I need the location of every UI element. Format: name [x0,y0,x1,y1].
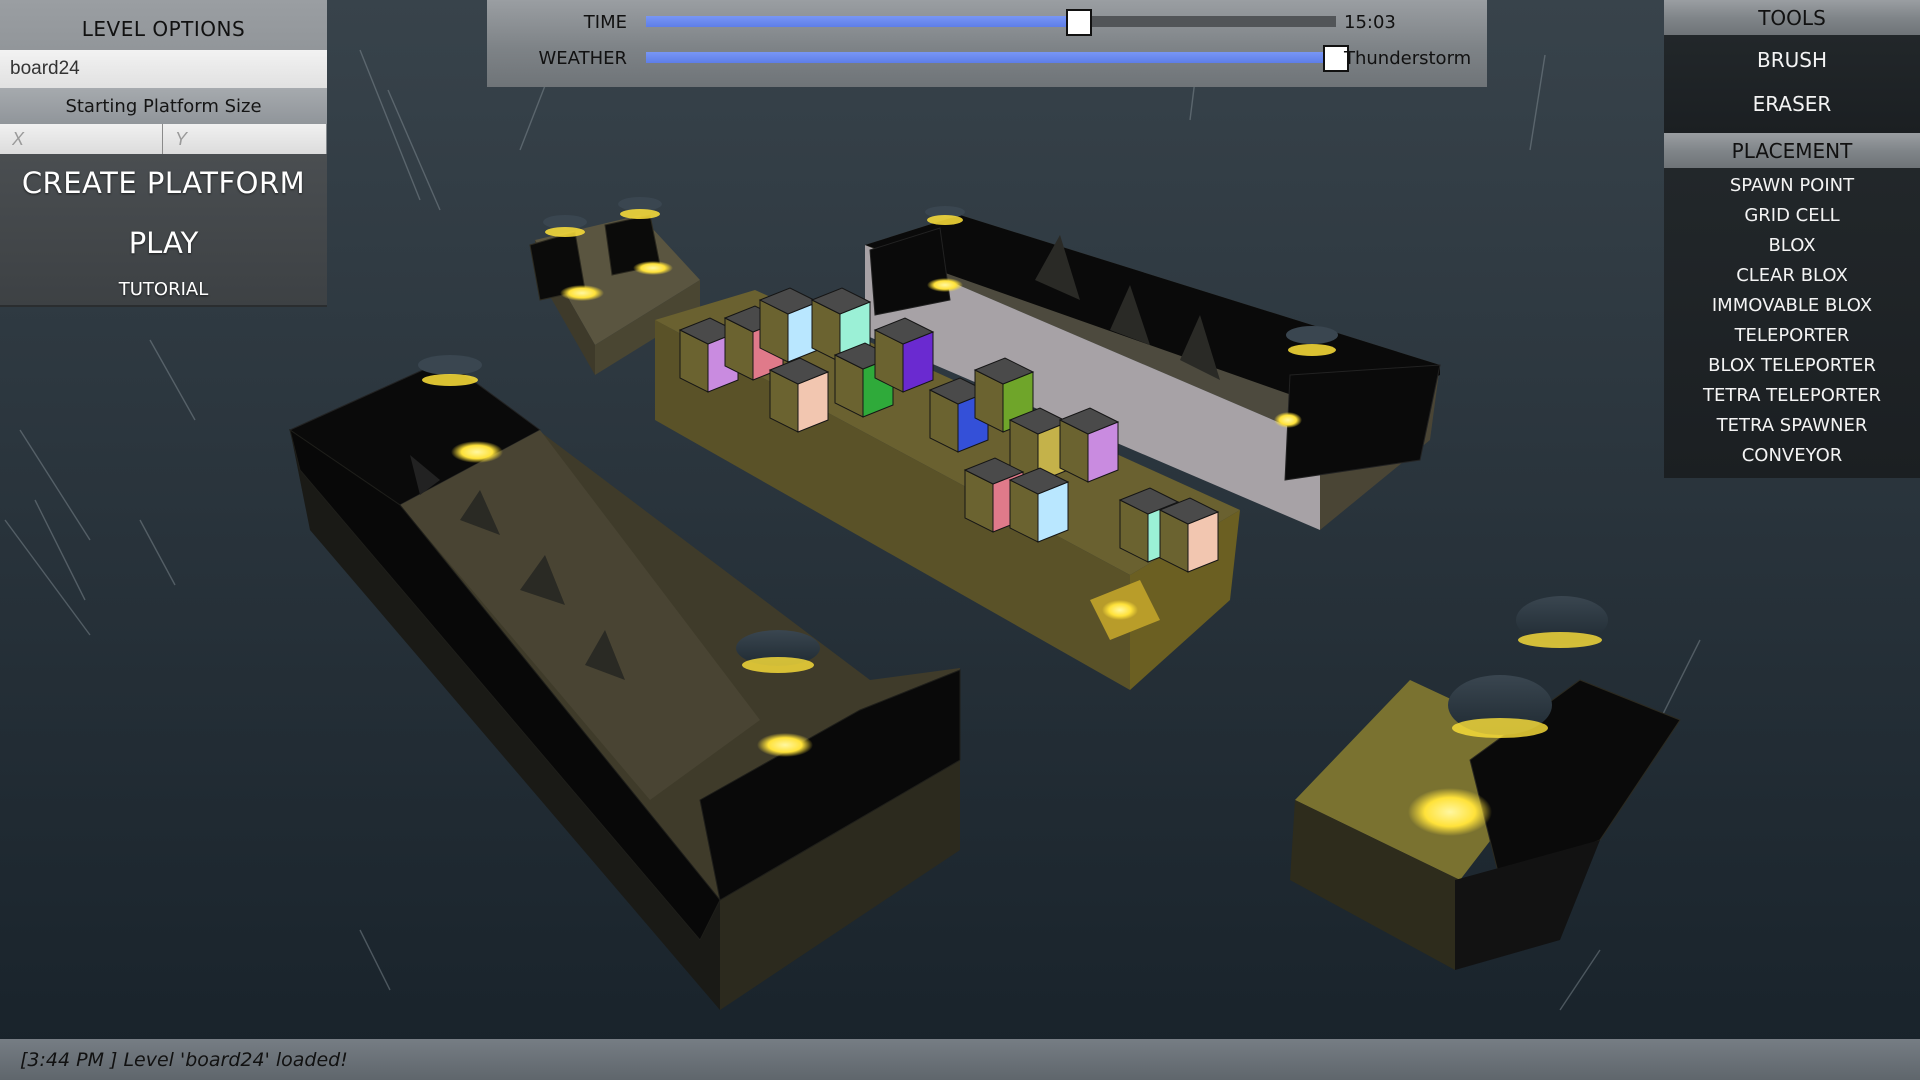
weather-slider[interactable] [646,45,1349,72]
starting-platform-size-label: Starting Platform Size [0,88,327,124]
placement-grid-cell[interactable]: GRID CELL [1664,200,1920,230]
time-slider-thumb[interactable] [1065,9,1092,36]
placement-clear-blox[interactable]: CLEAR BLOX [1664,260,1920,290]
placement-blox[interactable]: BLOX [1664,230,1920,260]
weather-row: WEATHER Thunderstorm [487,44,1487,74]
platform-size-inputs [0,124,327,154]
create-platform-button[interactable]: CREATE PLATFORM [0,166,327,200]
placement-immovable-blox[interactable]: IMMOVABLE BLOX [1664,290,1920,320]
weather-value: Thunderstorm [1344,48,1472,69]
level-options-panel: LEVEL OPTIONS Starting Platform Size CRE… [0,0,327,307]
placement-blox-teleporter[interactable]: BLOX TELEPORTER [1664,350,1920,380]
placement-tetra-spawner[interactable]: TETRA SPAWNER [1664,410,1920,440]
platform-size-x-input[interactable] [0,124,163,154]
level-name-input[interactable] [0,50,327,88]
placement-conveyor[interactable]: CONVEYOR [1664,440,1920,470]
play-button[interactable]: PLAY [0,226,327,260]
environment-panel: TIME 15:03 WEATHER Thunderstorm [487,0,1487,87]
tools-list: BRUSH ERASER [1664,35,1920,133]
tools-panel: TOOLS BRUSH ERASER PLACEMENT SPAWN POINT… [1664,0,1920,478]
level-actions: CREATE PLATFORM PLAY TUTORIAL [0,154,327,307]
weather-slider-fill [646,52,1336,63]
level-options-title: LEVEL OPTIONS [81,17,246,41]
time-row: TIME 15:03 [487,8,1487,38]
status-bar: [3:44 PM ] Level 'board24' loaded! [0,1039,1920,1080]
time-label: TIME [583,12,627,33]
tutorial-button[interactable]: TUTORIAL [0,279,327,300]
tools-header: TOOLS [1664,0,1920,35]
platform-size-y-input[interactable] [163,124,326,154]
weather-label: WEATHER [538,48,628,69]
time-slider[interactable] [646,9,1336,36]
placement-list: SPAWN POINT GRID CELL BLOX CLEAR BLOX IM… [1664,168,1920,478]
tool-eraser[interactable]: ERASER [1664,82,1920,126]
time-slider-fill [646,16,1079,27]
tool-brush[interactable]: BRUSH [1664,38,1920,82]
placement-header: PLACEMENT [1664,133,1920,168]
time-value: 15:03 [1344,12,1396,33]
placement-teleporter[interactable]: TELEPORTER [1664,320,1920,350]
status-message: [3:44 PM ] Level 'board24' loaded! [20,1048,348,1071]
placement-tetra-teleporter[interactable]: TETRA TELEPORTER [1664,380,1920,410]
placement-spawn-point[interactable]: SPAWN POINT [1664,170,1920,200]
